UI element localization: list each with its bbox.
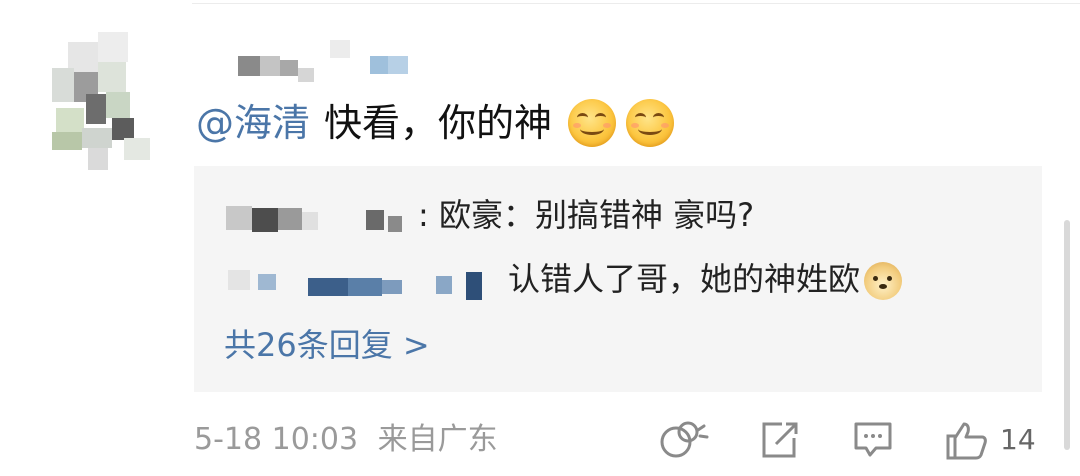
replies-box[interactable]: : 欧豪：别搞错神 豪吗? 认错人了哥，她的神姓欧 共26条回复 > (194, 166, 1042, 392)
comment-button[interactable] (852, 420, 894, 460)
like-button[interactable]: 14 (944, 420, 1036, 460)
comment-icon (854, 422, 892, 457)
reply-text: 认错人了哥，她的神姓欧 (508, 260, 861, 298)
smile-emoji-icon (568, 99, 617, 147)
doge-emoji-icon (864, 262, 903, 300)
share-button[interactable] (658, 420, 710, 460)
like-count: 14 (1000, 423, 1036, 456)
comment-text: @海清 快看，你的神 (196, 94, 684, 152)
repost-button[interactable] (760, 420, 800, 460)
smile-emoji-icon (626, 99, 675, 147)
reply-author-blurred[interactable] (218, 258, 508, 304)
location: 来自广东 (377, 422, 498, 457)
repost-icon (762, 422, 798, 458)
comment-meta: 5-18 10:03 来自广东 (194, 418, 498, 462)
avatar[interactable] (52, 32, 152, 170)
top-divider (192, 3, 1080, 4)
more-replies-link[interactable]: 共26条回复 > (224, 322, 430, 368)
share-icon (660, 421, 709, 458)
thumbs-up-icon (946, 422, 987, 460)
comment-body: 快看，你的神 (324, 101, 553, 145)
mention-link[interactable]: @海清 (196, 94, 310, 152)
reply-item[interactable]: : 欧豪：别搞错神 豪吗? (218, 192, 754, 240)
reply-text: : 欧豪：别搞错神 豪吗? (418, 196, 755, 234)
username-blurred[interactable] (238, 40, 438, 90)
timestamp: 5-18 10:03 (194, 422, 359, 457)
reply-author-blurred[interactable] (218, 194, 418, 240)
reply-item[interactable]: 认错人了哥，她的神姓欧 (218, 256, 903, 304)
scrollbar[interactable] (1064, 220, 1070, 450)
